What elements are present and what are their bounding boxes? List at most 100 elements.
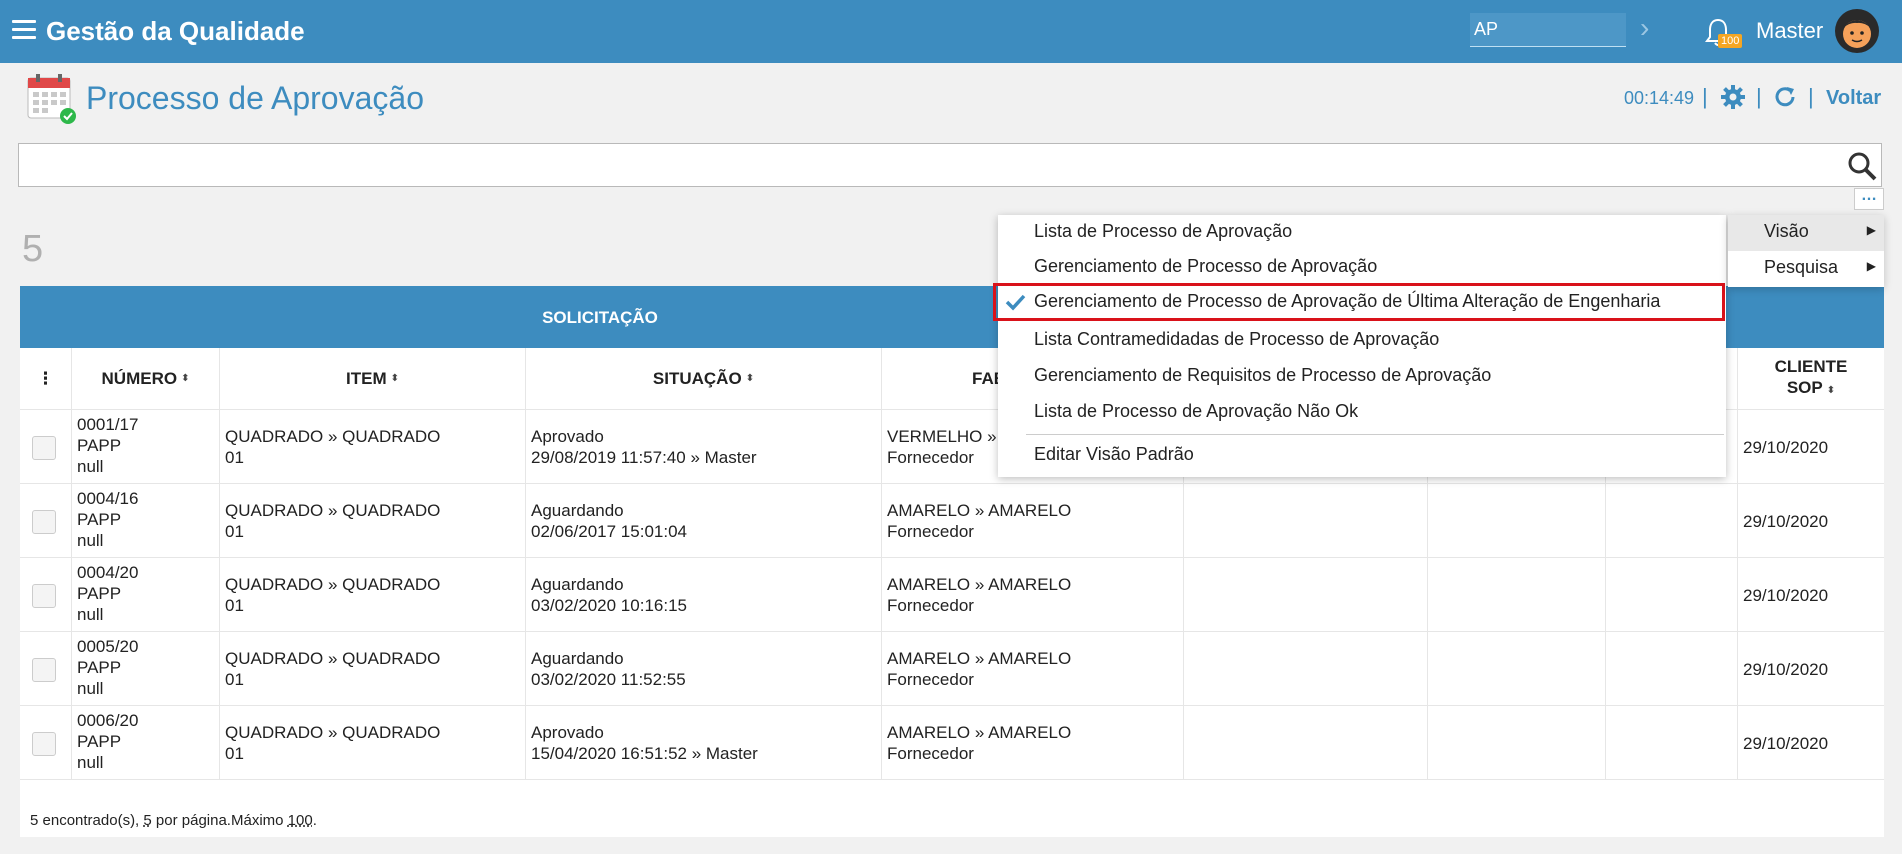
cell-situacao: Aguardando 02/06/2017 15:01:04 xyxy=(526,484,882,558)
cell-sop: 29/10/2020 xyxy=(1738,706,1884,780)
cell-situacao: Aguardando 03/02/2020 11:52:55 xyxy=(526,632,882,706)
separator: | xyxy=(1808,84,1814,109)
found-text: 5 encontrado(s), xyxy=(30,812,144,829)
menu-item-gerenciamento-engenharia[interactable]: Gerenciamento de Processo de Aprovação d… xyxy=(1034,291,1660,312)
empty-cell xyxy=(1428,632,1606,706)
row-checkbox[interactable] xyxy=(32,658,56,682)
submenu-item-visao[interactable]: Visão ▶ xyxy=(1728,215,1884,251)
menu-item-editar-visao[interactable]: Editar Visão Padrão xyxy=(1034,444,1194,465)
cell-line: 29/08/2019 11:57:40 » Master xyxy=(531,448,757,467)
cell-item: QUADRADO » QUADRADO 01 xyxy=(220,410,526,484)
cell-line: QUADRADO » QUADRADO xyxy=(225,575,441,594)
per-page-text: por página.Máximo xyxy=(151,812,288,829)
empty-cell xyxy=(1184,706,1428,780)
cell-line: PAPP xyxy=(77,510,122,529)
menu-item-gerenciamento[interactable]: Gerenciamento de Processo de Aprovação xyxy=(1034,256,1377,277)
submenu-label: Pesquisa xyxy=(1764,257,1839,277)
top-search-input[interactable] xyxy=(1470,13,1626,47)
chevron-right-icon[interactable]: › xyxy=(1640,12,1649,44)
sort-icon: ⬍ xyxy=(181,373,190,384)
result-count: 5 xyxy=(22,228,44,270)
column-options-icon[interactable]: ⋮ xyxy=(20,348,72,410)
refresh-icon[interactable] xyxy=(1772,84,1798,110)
cell-situacao: Aguardando 03/02/2020 10:16:15 xyxy=(526,558,882,632)
cell-line: 01 xyxy=(225,448,244,467)
submenu-label: Visão xyxy=(1764,221,1809,241)
table-row[interactable]: 0004/16 PAPP null QUADRADO » QUADRADO 01 Agua… xyxy=(20,484,1884,558)
cell-line: QUADRADO » QUADRADO xyxy=(225,649,441,668)
empty-cell xyxy=(1184,558,1428,632)
cell-line: 0001/17 xyxy=(77,415,139,434)
column-header-cliente-sop[interactable]: CLIENTE SOP ⬍ xyxy=(1738,348,1884,410)
empty-cell xyxy=(1184,632,1428,706)
more-options-button[interactable]: … xyxy=(1854,188,1884,210)
cell-line: Fornecedor xyxy=(887,596,974,615)
cell-line: 0005/20 xyxy=(77,637,139,656)
calendar-check-icon xyxy=(27,74,76,124)
cell-line: 02/06/2017 15:01:04 xyxy=(531,522,687,541)
cell-line: VERMELHO » V xyxy=(887,427,1013,446)
cell-line: 01 xyxy=(225,744,244,763)
table-row[interactable]: 0005/20 PAPP null QUADRADO » QUADRADO 01 Agua… xyxy=(20,632,1884,706)
search-icon[interactable] xyxy=(1846,150,1878,182)
cell-line: PAPP xyxy=(77,658,122,677)
user-name[interactable]: Master xyxy=(1756,18,1823,44)
row-checkbox[interactable] xyxy=(32,732,56,756)
cell-line: PAPP xyxy=(77,436,122,455)
cell-line: Aguardando xyxy=(531,649,624,668)
cell-line: Aprovado xyxy=(531,723,604,742)
menu-divider xyxy=(1026,434,1724,435)
menu-item-lista[interactable]: Lista de Processo de Aprovação xyxy=(1034,221,1292,242)
cell-line: 0004/16 xyxy=(77,489,139,508)
cell-line: QUADRADO » QUADRADO xyxy=(225,723,441,742)
cell-numero: 0004/20 PAPP null xyxy=(72,558,220,632)
empty-cell xyxy=(1606,558,1738,632)
column-header-situacao[interactable]: SITUAÇÃO ⬍ xyxy=(526,348,882,410)
cell-item: QUADRADO » QUADRADO 01 xyxy=(220,484,526,558)
cell-numero: 0006/20 PAPP null xyxy=(72,706,220,780)
cell-line: Aguardando xyxy=(531,575,624,594)
sort-icon: ⬍ xyxy=(390,373,399,384)
back-link[interactable]: Voltar xyxy=(1826,87,1881,110)
cell-line: 29/10/2020 xyxy=(1743,659,1829,679)
row-checkbox[interactable] xyxy=(32,584,56,608)
max-link[interactable]: 100 xyxy=(288,812,313,829)
table-row[interactable]: 0006/20 PAPP null QUADRADO » QUADRADO 01 Apro… xyxy=(20,706,1884,780)
avatar[interactable] xyxy=(1834,8,1880,54)
cell-line: 0004/20 xyxy=(77,563,139,582)
checkbox-cell xyxy=(20,558,72,632)
sort-icon: ⬍ xyxy=(745,373,755,384)
cell-sop: 29/10/2020 xyxy=(1738,558,1884,632)
row-checkbox[interactable] xyxy=(32,436,56,460)
cell-line: Aprovado xyxy=(531,427,604,446)
cell-line: Fornecedor xyxy=(887,522,974,541)
cell-situacao: Aprovado 15/04/2020 16:51:52 » Master xyxy=(526,706,882,780)
checkbox-cell xyxy=(20,410,72,484)
cell-line: Fornecedor xyxy=(887,670,974,689)
row-checkbox[interactable] xyxy=(32,510,56,534)
cell-fab: AMARELO » AMARELO Fornecedor xyxy=(882,558,1184,632)
menu-item-contramedidas[interactable]: Lista Contramedidadas de Processo de Apr… xyxy=(1034,329,1439,350)
cell-line: Fornecedor xyxy=(887,744,974,763)
hamburger-menu-icon[interactable] xyxy=(12,20,36,40)
cell-numero: 0005/20 PAPP null xyxy=(72,632,220,706)
cell-line: AMARELO » AMARELO xyxy=(887,723,1072,742)
top-bar: Gestão da Qualidade › 100 Master xyxy=(0,0,1902,63)
cell-numero: 0001/17 PAPP null xyxy=(72,410,220,484)
cell-line: PAPP xyxy=(77,584,122,603)
menu-item-requisitos[interactable]: Gerenciamento de Requisitos de Processo … xyxy=(1034,365,1491,386)
cell-fab: AMARELO » AMARELO Fornecedor xyxy=(882,632,1184,706)
cell-line: 01 xyxy=(225,670,244,689)
menu-item-nao-ok[interactable]: Lista de Processo de Aprovação Não Ok xyxy=(1034,401,1358,422)
column-header-numero[interactable]: NÚMERO ⬍ xyxy=(72,348,220,410)
cell-line: null xyxy=(77,605,104,624)
gear-icon[interactable] xyxy=(1720,84,1746,110)
cell-line: AMARELO » AMARELO xyxy=(887,501,1072,520)
empty-cell xyxy=(1606,484,1738,558)
submenu-item-pesquisa[interactable]: Pesquisa ▶ xyxy=(1728,251,1884,287)
per-page-link[interactable]: 5 xyxy=(143,812,151,829)
search-input[interactable] xyxy=(18,143,1882,187)
table-row[interactable]: 0004/20 PAPP null QUADRADO » QUADRADO 01 Agua… xyxy=(20,558,1884,632)
column-header-item[interactable]: ITEM ⬍ xyxy=(220,348,526,410)
cell-item: QUADRADO » QUADRADO 01 xyxy=(220,706,526,780)
